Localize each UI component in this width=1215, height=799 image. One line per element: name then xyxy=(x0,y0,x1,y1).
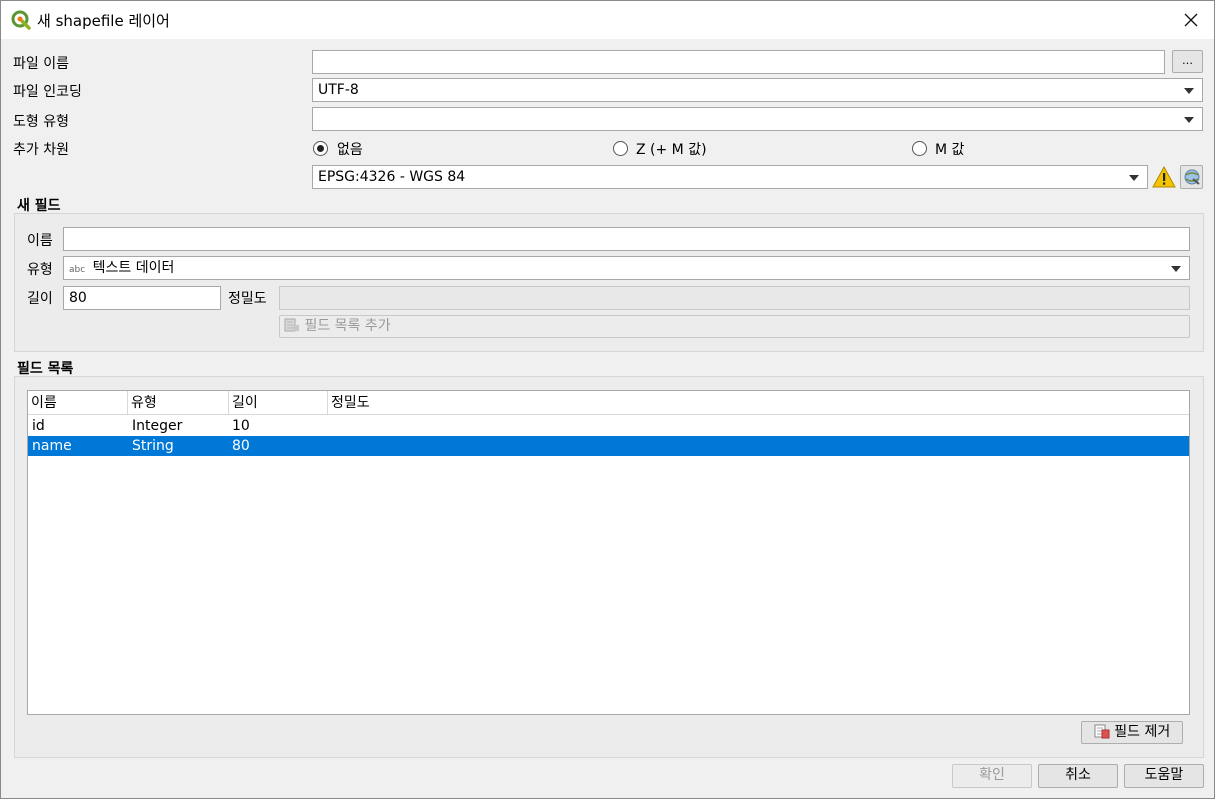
new-field-name-label: 이름 xyxy=(27,233,53,249)
cell-name: name xyxy=(32,438,72,454)
dialog-window: 새 shapefile 레이어 파일 이름 … 파일 인코딩 UTF-8 도형 … xyxy=(0,0,1215,799)
column-header-precision[interactable]: 정밀도 xyxy=(328,391,1189,415)
globe-icon xyxy=(1184,169,1200,185)
field-list-table[interactable]: 이름 유형 길이 정밀도 id Integer 10 name String 8… xyxy=(27,390,1190,715)
cancel-button[interactable]: 취소 xyxy=(1038,764,1118,788)
warning-icon xyxy=(1152,165,1176,192)
help-button[interactable]: 도움말 xyxy=(1124,764,1204,788)
dimension-m-radio[interactable] xyxy=(912,141,927,156)
add-to-field-list-label: 필드 목록 추가 xyxy=(304,318,391,334)
add-field-icon xyxy=(284,318,299,332)
text-type-icon: abc xyxy=(69,265,86,275)
column-header-name[interactable]: 이름 xyxy=(28,391,128,415)
crs-select[interactable]: EPSG:4326 - WGS 84 xyxy=(312,165,1148,189)
close-button[interactable] xyxy=(1168,1,1214,39)
dimension-z-label: Z (+ M 값) xyxy=(636,142,707,158)
crs-selector-button[interactable] xyxy=(1180,165,1203,189)
cell-precision xyxy=(328,436,332,456)
table-header: 이름 유형 길이 정밀도 xyxy=(28,391,1189,415)
column-header-type[interactable]: 유형 xyxy=(128,391,229,415)
dimension-m-label: M 값 xyxy=(935,142,965,158)
new-field-type-label: 유형 xyxy=(27,262,53,278)
new-field-length-input[interactable]: 80 xyxy=(63,286,221,310)
new-field-precision-input[interactable] xyxy=(279,286,1190,310)
browse-button[interactable]: … xyxy=(1172,50,1203,73)
new-field-type-value: 텍스트 데이터 xyxy=(92,260,175,276)
file-name-input[interactable] xyxy=(312,50,1165,74)
cell-type: Integer xyxy=(132,418,183,434)
new-field-type-select[interactable]: abc 텍스트 데이터 xyxy=(63,256,1190,280)
chevron-down-icon xyxy=(1184,88,1194,94)
dimension-z-radio[interactable] xyxy=(613,141,628,156)
new-field-title: 새 필드 xyxy=(17,198,61,214)
remove-field-button[interactable]: 필드 제거 xyxy=(1081,721,1183,744)
new-field-length-label: 길이 xyxy=(27,291,53,307)
qgis-logo-icon xyxy=(11,10,31,30)
ok-button[interactable]: 확인 xyxy=(952,764,1032,788)
window-title: 새 shapefile 레이어 xyxy=(37,12,170,30)
encoding-label: 파일 인코딩 xyxy=(13,84,82,100)
column-header-length[interactable]: 길이 xyxy=(229,391,328,415)
new-field-precision-label: 정밀도 xyxy=(228,291,267,307)
table-row[interactable]: id Integer 10 xyxy=(28,416,1189,436)
dimension-none-label: 없음 xyxy=(337,142,363,158)
crs-value: EPSG:4326 - WGS 84 xyxy=(318,169,466,185)
cell-length: 80 xyxy=(232,438,250,454)
cell-type: String xyxy=(132,438,174,454)
title-bar: 새 shapefile 레이어 xyxy=(1,1,1214,39)
close-icon xyxy=(1184,13,1198,27)
dimension-none-radio[interactable] xyxy=(313,141,328,156)
chevron-down-icon xyxy=(1129,175,1139,181)
table-row-selected[interactable]: name String 80 xyxy=(28,436,1189,456)
encoding-value: UTF-8 xyxy=(318,82,359,98)
geometry-type-select[interactable] xyxy=(312,107,1203,131)
cell-precision xyxy=(328,416,332,436)
dimension-label: 추가 차원 xyxy=(13,142,69,158)
cell-length: 10 xyxy=(232,418,250,434)
file-name-label: 파일 이름 xyxy=(13,56,69,72)
new-field-name-input[interactable] xyxy=(63,227,1190,251)
add-to-field-list-button[interactable]: 필드 목록 추가 xyxy=(279,315,1190,338)
chevron-down-icon xyxy=(1171,266,1181,272)
cell-name: id xyxy=(32,418,45,434)
field-list-title: 필드 목록 xyxy=(17,361,74,377)
geometry-type-label: 도형 유형 xyxy=(13,114,69,130)
remove-field-icon xyxy=(1094,724,1110,739)
chevron-down-icon xyxy=(1184,117,1194,123)
remove-field-label: 필드 제거 xyxy=(1114,724,1171,740)
encoding-select[interactable]: UTF-8 xyxy=(312,78,1203,102)
